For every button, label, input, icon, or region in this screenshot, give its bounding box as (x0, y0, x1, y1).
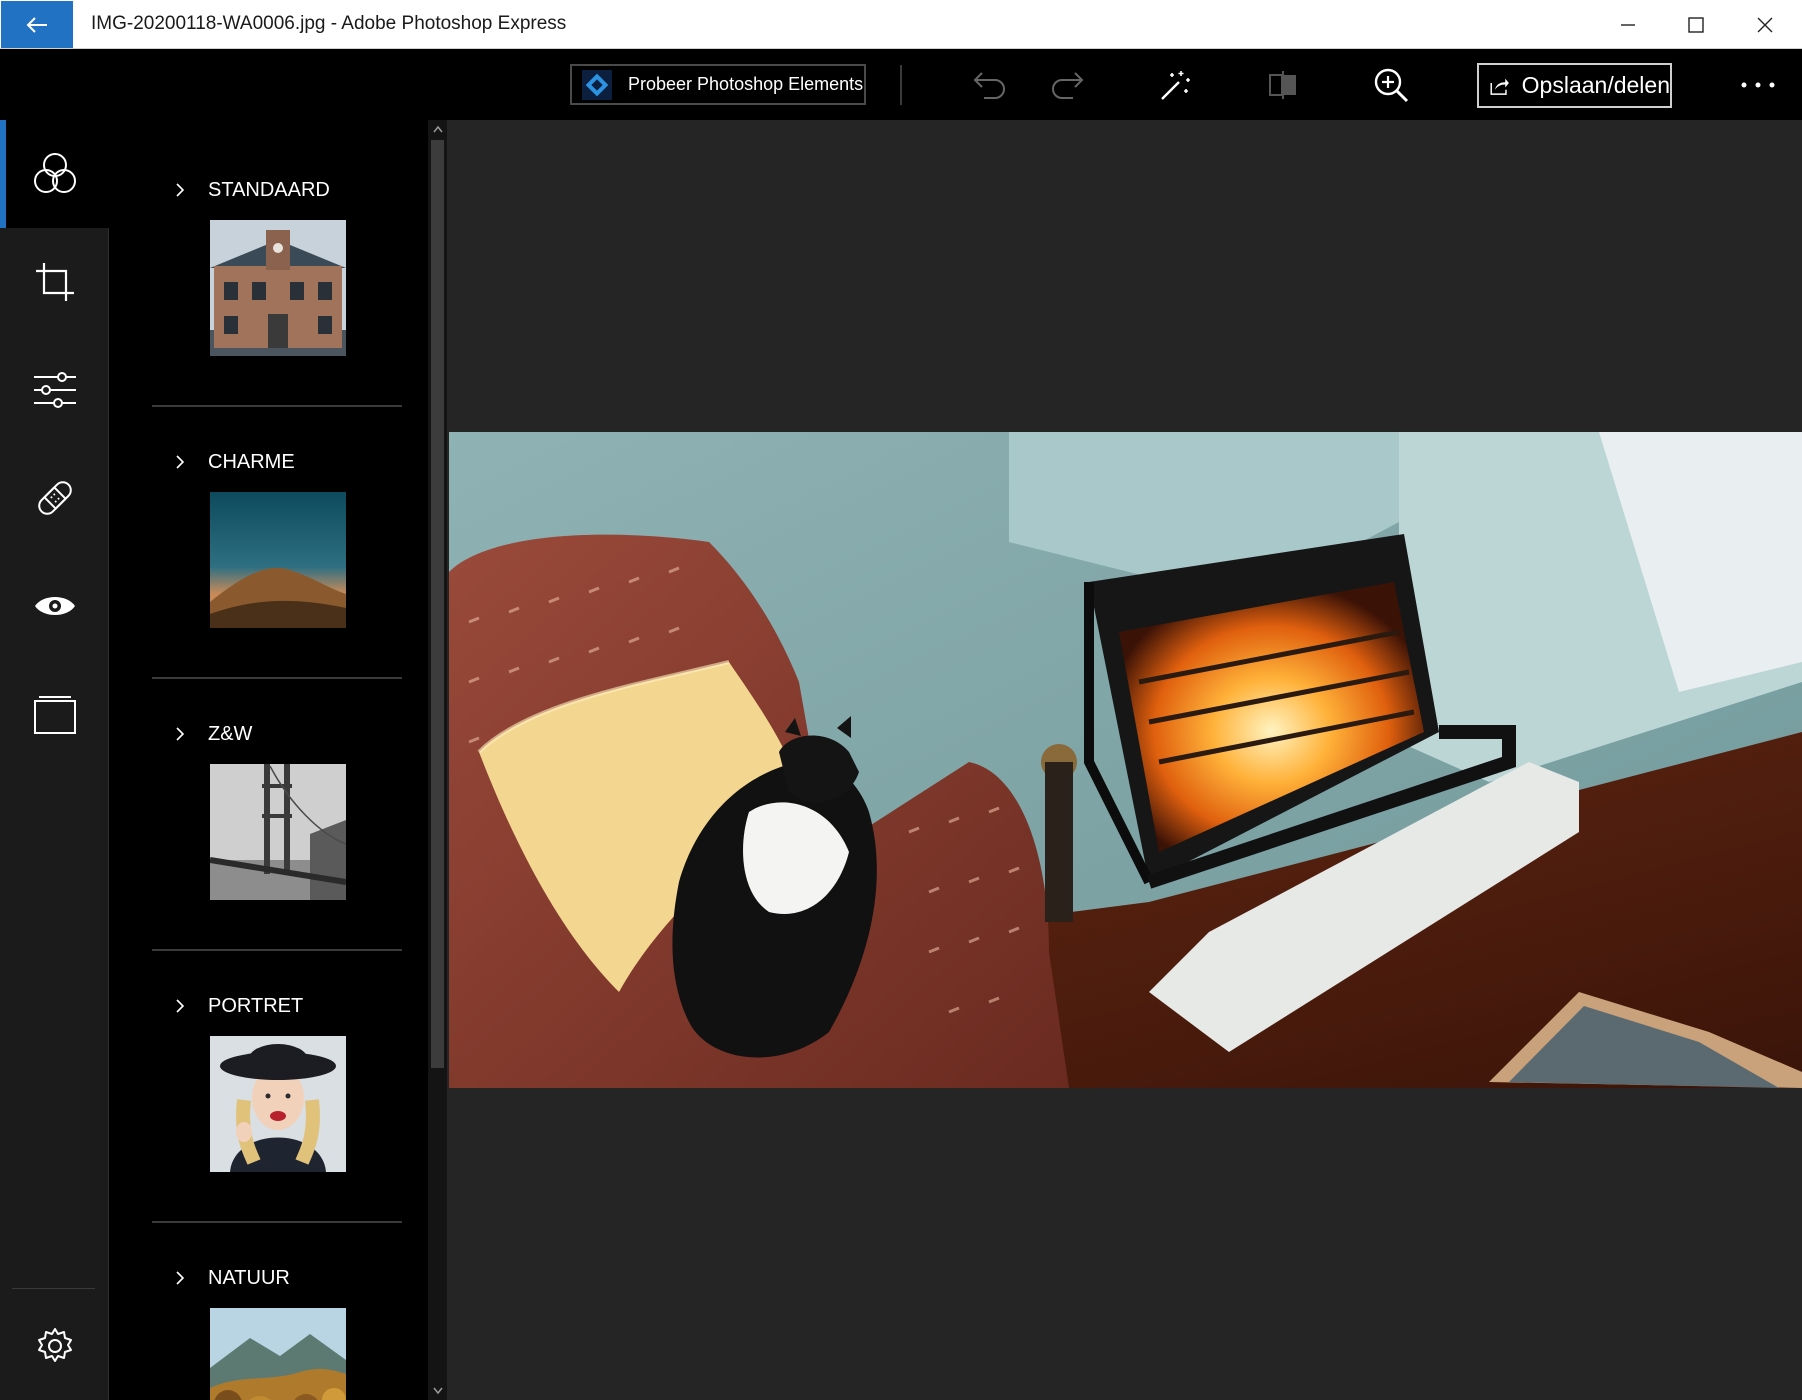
chevron-right-icon (176, 455, 185, 469)
category-label: STANDAARD (208, 178, 330, 201)
redo-button[interactable] (1045, 63, 1089, 107)
maximize-button[interactable] (1662, 0, 1730, 49)
scroll-thumb[interactable] (431, 140, 444, 1068)
scroll-down-button[interactable] (428, 1382, 447, 1400)
minimize-icon (1621, 23, 1635, 26)
toolbar: Probeer Photoshop Elements Opslaan/delen (0, 49, 1802, 120)
toolbar-divider (900, 65, 902, 105)
chevron-right-icon (176, 999, 185, 1013)
rail-item-adjustments[interactable] (0, 336, 109, 444)
red-eye-icon (34, 597, 75, 615)
category-divider (152, 405, 402, 407)
category-header[interactable]: STANDAARD (152, 170, 330, 210)
caret-down-icon (432, 1387, 443, 1395)
rail-item-crop[interactable] (0, 228, 109, 336)
caret-up-icon (432, 125, 443, 133)
rail-item-borders[interactable] (0, 660, 109, 768)
window-title: IMG-20200118-WA0006.jpg - Adobe Photosho… (91, 13, 567, 34)
rail-item-red-eye[interactable] (0, 552, 109, 660)
settings-icon (37, 1328, 72, 1362)
photoshop-elements-icon (582, 69, 612, 100)
compare-icon (1269, 71, 1296, 99)
more-button[interactable] (1734, 63, 1782, 107)
chevron-right-icon (176, 183, 185, 197)
category-thumbnail[interactable] (210, 1308, 346, 1400)
try-photoshop-elements-button[interactable]: Probeer Photoshop Elements (570, 64, 866, 105)
chevron-right-icon (176, 727, 185, 741)
borders-icon (33, 696, 76, 734)
compare-button[interactable] (1261, 63, 1305, 107)
back-button[interactable] (1, 1, 73, 48)
title-bar: IMG-20200118-WA0006.jpg - Adobe Photosho… (0, 0, 1802, 49)
scroll-up-button[interactable] (428, 120, 447, 138)
zoom-in-button[interactable] (1369, 63, 1413, 107)
category-thumbnail[interactable] (210, 492, 346, 628)
category-thumbnail[interactable] (210, 1036, 346, 1172)
save-share-button[interactable]: Opslaan/delen (1477, 63, 1672, 108)
category-divider (152, 1221, 402, 1223)
looks-scrollbar[interactable] (428, 120, 447, 1400)
category-header[interactable]: PORTRET (152, 986, 303, 1026)
adjustments-icon (33, 372, 76, 408)
undo-icon (973, 72, 1005, 99)
maximize-icon (1688, 16, 1704, 33)
healing-icon (37, 481, 72, 515)
arrow-left-icon (26, 16, 47, 33)
zoom-in-icon (1374, 68, 1409, 103)
category-thumbnail[interactable] (210, 764, 346, 900)
category-divider (152, 949, 402, 951)
photo-canvas[interactable] (447, 120, 1802, 1400)
save-share-label: Opslaan/delen (1521, 72, 1670, 98)
close-button[interactable] (1731, 0, 1799, 49)
edited-photo[interactable] (449, 432, 1802, 1088)
category-label: CHARME (208, 450, 295, 473)
category-header[interactable]: Z&W (152, 714, 252, 754)
rail-item-looks[interactable] (0, 120, 109, 228)
auto-fix-icon (1161, 71, 1190, 100)
more-icon (1741, 82, 1775, 88)
minimize-button[interactable] (1594, 0, 1662, 49)
crop-icon (35, 263, 74, 301)
active-indicator (0, 120, 6, 228)
rail-item-healing[interactable] (0, 444, 109, 552)
category-label: Z&W (208, 722, 253, 745)
share-icon (1490, 78, 1509, 95)
looks-panel: STANDAARD CHARME Z&W PORTRET NATUUR (110, 120, 428, 1400)
category-thumbnail[interactable] (210, 220, 346, 356)
close-icon (1757, 17, 1773, 32)
category-label: PORTRET (208, 994, 304, 1017)
auto-fix-button[interactable] (1153, 63, 1197, 107)
tool-rail (0, 120, 109, 1400)
rail-divider (12, 1288, 95, 1289)
undo-button[interactable] (968, 63, 1012, 107)
settings-button[interactable] (0, 1292, 109, 1400)
category-label: NATUUR (208, 1266, 290, 1289)
category-header[interactable]: CHARME (152, 442, 295, 482)
category-header[interactable]: NATUUR (152, 1258, 290, 1298)
category-divider (152, 677, 402, 679)
chevron-right-icon (176, 1271, 185, 1285)
promo-label: Probeer Photoshop Elements (628, 74, 864, 94)
redo-icon (1052, 72, 1084, 99)
looks-icon (33, 153, 76, 193)
